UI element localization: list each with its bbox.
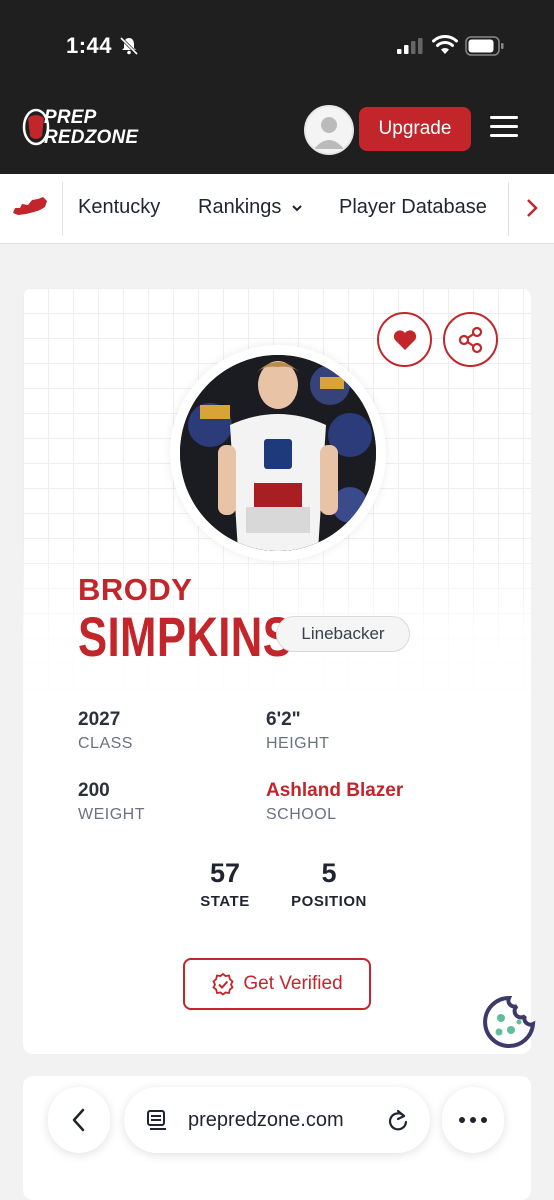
player-last-name: SIMPKINS [78, 605, 293, 668]
nav-item-kentucky[interactable]: Kentucky [78, 196, 160, 219]
reload-icon[interactable] [386, 1108, 410, 1132]
player-first-name: BRODY [78, 572, 193, 607]
logo-text-prep: PREP [44, 107, 97, 128]
height-value: 6'2" [266, 709, 301, 730]
position-rank-label: POSITION [291, 893, 367, 910]
nav-divider [508, 182, 509, 236]
get-verified-button[interactable]: Get Verified [183, 958, 371, 1010]
more-dot [481, 1117, 487, 1123]
state-rank-label: STATE [200, 893, 250, 910]
prep-redzone-logo[interactable]: PREP REDZONE [22, 104, 148, 152]
player-photo [180, 355, 376, 551]
battery-icon [465, 36, 504, 56]
upgrade-button[interactable]: Upgrade [359, 107, 471, 151]
player-photo-image [180, 355, 376, 551]
signal-icon [397, 38, 423, 54]
state-rank-value: 57 [209, 858, 241, 888]
more-dot [470, 1117, 476, 1123]
user-icon [314, 117, 344, 149]
nav-item-player-database[interactable]: Player Database [339, 196, 487, 219]
wifi-icon [432, 35, 458, 54]
status-time: 1:44 [66, 33, 113, 58]
heart-icon [393, 329, 416, 350]
chevron-down-icon [292, 205, 302, 212]
favorite-button[interactable] [377, 312, 432, 367]
position-badge: Linebacker [276, 616, 410, 652]
more-button[interactable] [442, 1087, 504, 1153]
weight-label: WEIGHT [78, 806, 145, 823]
menu-line [490, 116, 518, 119]
school-link[interactable]: Ashland Blazer [266, 780, 403, 802]
menu-button[interactable] [490, 116, 518, 142]
verified-badge-icon [212, 972, 235, 996]
kentucky-state-icon[interactable] [12, 196, 48, 218]
back-icon [72, 1108, 85, 1132]
cookie-icon[interactable] [481, 994, 537, 1050]
url-text: prepredzone.com [188, 1109, 344, 1131]
share-button[interactable] [443, 312, 498, 367]
address-bar[interactable]: prepredzone.com [124, 1087, 430, 1153]
nav-divider [62, 182, 63, 236]
nav-item-rankings[interactable]: Rankings [198, 196, 281, 219]
more-dot [459, 1117, 465, 1123]
position-rank-value: 5 [321, 858, 337, 888]
menu-line [490, 134, 518, 137]
school-label: SCHOOL [266, 806, 337, 823]
weight-value: 200 [78, 780, 110, 801]
avatar[interactable] [304, 105, 354, 155]
browser-back-button[interactable] [48, 1087, 110, 1153]
class-label: CLASS [78, 735, 133, 752]
class-value: 2027 [78, 709, 121, 730]
height-label: HEIGHT [266, 735, 330, 752]
logo-text-redzone: REDZONE [44, 127, 139, 148]
share-icon [458, 326, 482, 353]
bell-slash-icon [119, 36, 139, 56]
tabs-icon[interactable] [146, 1109, 168, 1131]
chevron-right-icon[interactable] [520, 197, 542, 219]
get-verified-label: Get Verified [243, 973, 343, 994]
menu-line [490, 125, 518, 128]
